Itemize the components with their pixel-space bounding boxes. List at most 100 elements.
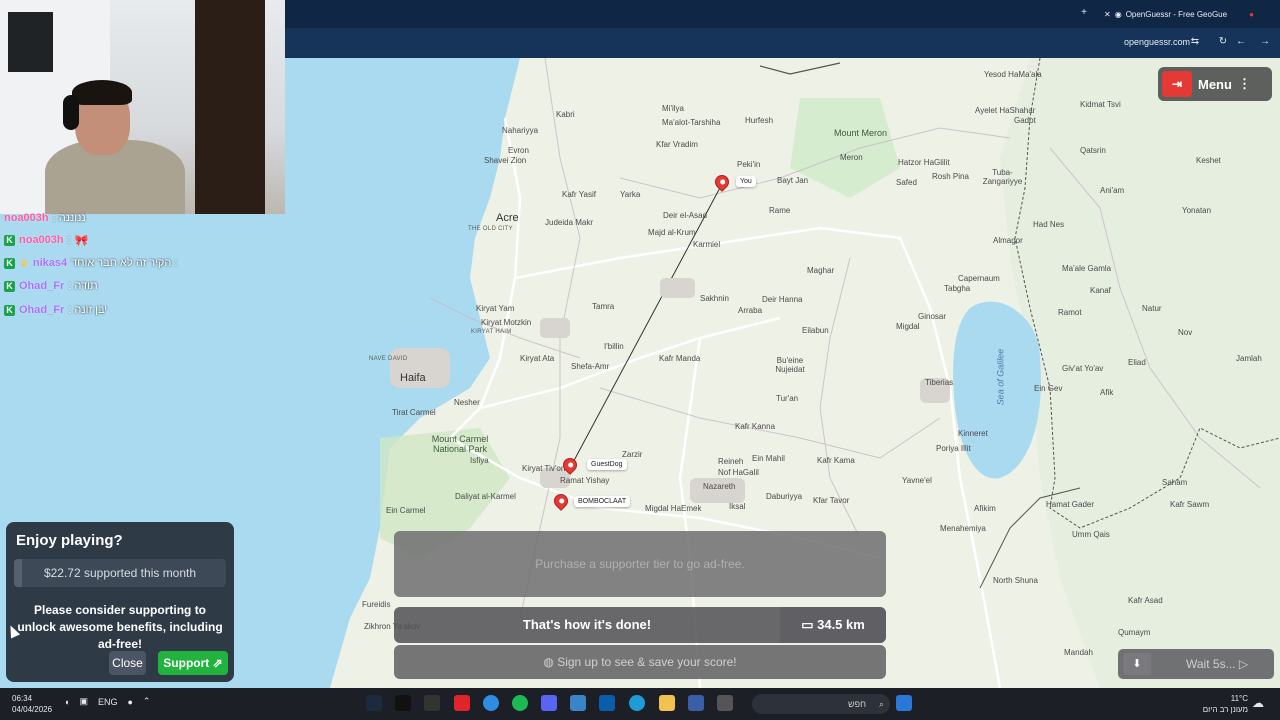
place-label: Tabgha [944,284,971,293]
place-label: Daburiyya [766,492,803,501]
place-label: Kafr Sawm [1170,500,1210,509]
next-round-panel: ⬇ Wait 5s... ▷ [1118,649,1274,679]
you-marker-label: You [736,176,756,187]
store-icon[interactable] [599,695,615,711]
place-label: Kinneret [958,429,988,438]
opera-icon: ● [1249,9,1254,19]
enjoy-playing-panel: Enjoy playing? $22.72 supported this mon… [6,522,234,682]
place-label: Kabri [556,110,575,119]
plus-icon[interactable]: + [1077,6,1091,20]
folder-icon[interactable] [659,695,675,711]
weather-widget[interactable]: 11°C מעונן רב היום [1196,693,1248,715]
screen: Kabri Nahariyya Shavei Zion Evron Mi'ily… [0,0,1280,720]
place-label: Tiberias [925,378,954,387]
forward-icon[interactable]: → [1258,35,1272,49]
clock[interactable]: 06:34 04/04/2026 [12,693,52,715]
place-label: Fureidis [362,600,391,609]
network-icon[interactable]: ▣ [79,696,88,707]
distance-display: ▭ 34.5 km [780,607,886,643]
chat-message: : יבן זונה [68,304,108,316]
search-label: חפש [848,699,866,709]
place-label: Menahemiya [940,524,986,533]
download-icon[interactable]: ⬇ [1123,653,1151,675]
kick-badge-icon: K [4,280,15,292]
place-label: Hurfesh [745,116,774,125]
place-label: Eliad [1128,358,1146,367]
place-label: Hamat Gader [1046,500,1095,509]
wait-label: Wait 5s... [1186,657,1236,671]
browser-tab-bar: + ✕ ◉ OpenGuessr - Free GeoGue ● [285,0,1280,28]
app-icon[interactable] [570,695,586,711]
place-label: Kafr Yasif [562,190,596,199]
vertical-dots-icon: ⋮ [1237,76,1251,91]
kick-badge-icon: K [4,304,15,316]
volume-icon[interactable]: ◖ [64,697,69,707]
place-label: Kiryat Tiv'on [522,464,566,473]
clock-date: 04/04/2026 [12,705,53,714]
bomboclaat-marker-label: BOMBOCLAAT [574,496,631,507]
discord-icon[interactable] [541,695,557,711]
place-label: Nov [1178,328,1193,337]
back-icon[interactable]: ← [1234,35,1248,49]
place-label: Iksal [729,502,746,511]
place-label: Eilabun [802,326,829,335]
wait-button[interactable]: Wait 5s... ▷ [1186,649,1248,679]
place-label: Kanaf [1090,286,1111,295]
distance-value: 34.5 km [817,617,865,632]
place-label: Umm Qais [1072,530,1110,539]
place-label: Peki'in [737,160,761,169]
signup-button[interactable]: ◍ Sign up to see & save your score! [394,645,886,679]
place-label: Capernaum [958,274,1000,283]
language-indicator[interactable]: ENG [98,697,118,707]
close-icon[interactable]: ✕ [1104,10,1111,19]
browser-tab[interactable]: ✕ ◉ OpenGuessr - Free GeoGue ● [1104,4,1254,24]
taskbar-search[interactable]: חפש ⌕ [752,694,890,714]
place-label: Kiryat Motzkin [481,318,532,327]
steam-icon[interactable] [366,695,382,711]
tab-favicon-icon: ◉ [1114,9,1122,19]
chat-user: noa003h [4,212,49,224]
close-button[interactable]: Close [109,651,146,675]
chat-user: Ohad_Fr [19,280,65,292]
place-label: Ani'am [1100,186,1125,195]
chat-user: nikas4 [32,257,68,269]
chrome-icon[interactable] [483,695,499,711]
obs-icon[interactable] [424,695,440,711]
place-label: Afik [1100,388,1114,397]
microphone-icon[interactable]: ● [127,697,132,707]
supported-progress-fill [14,559,23,587]
place-label: Majd al-Krum [648,228,696,237]
place-label: Mount Meron [834,128,888,138]
stream-chat: noa003h : ננוננה K noa003h : 🎀 K ♛ nikas… [0,212,285,322]
chat-message: : [67,234,71,246]
spotify-icon[interactable] [512,695,528,711]
place-label: Qatsrin [1080,146,1106,155]
place-label: Migdal HaEmek [645,504,702,513]
place-label: KIRYAT HAIM [471,329,512,335]
chat-user: noa003h [19,234,64,246]
ad-free-banner[interactable]: Purchase a supporter tier to go ad-free. [394,531,886,597]
place-label: Mount Carmel National Park [431,434,489,454]
opera-icon[interactable] [454,695,470,711]
place-label: Haifa [400,372,426,384]
reload-icon[interactable]: ↻ [1216,35,1230,49]
windows-start-icon[interactable] [896,695,912,711]
terminal-icon[interactable] [717,695,733,711]
epic-icon[interactable] [395,695,411,711]
chevron-up-icon[interactable]: ⌃ [143,696,151,707]
place-label: Ein Carmel [386,506,426,515]
edge-icon[interactable] [629,695,645,711]
support-button[interactable]: Support ⇗ [158,651,228,675]
menu-button[interactable]: Menu ⋮ [1198,76,1251,92]
tune-icon[interactable]: ⇆ [1188,35,1202,49]
chat-message: הקיר זה לא חבר אוחד : [71,257,178,269]
place-label: Ein Gev [1034,384,1063,393]
app-icon[interactable] [688,695,704,711]
place-label: Bu'eine Nujeidat [775,356,805,374]
weather-temp: 11°C [1230,694,1248,703]
place-label: I'billin [604,342,624,351]
address-text[interactable]: openguessr.com [1124,37,1190,47]
place-label: Mandah [1064,648,1093,657]
exit-icon[interactable]: ⇥ [1162,71,1192,97]
place-label: Isfiya [470,456,489,465]
